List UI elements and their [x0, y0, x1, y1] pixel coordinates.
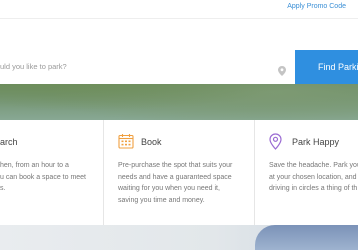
feature-search-line: u can book a space to meet: [0, 173, 86, 181]
feature-book-text: Pre-purchase the spot that suits your ne…: [118, 160, 243, 206]
calendar-icon: [118, 133, 134, 154]
feature-book-line: waiting for you when you need it,: [118, 185, 220, 192]
search-bar: [0, 50, 295, 84]
column-divider: [254, 120, 255, 225]
map-pin-icon: [278, 63, 286, 76]
column-divider: [103, 120, 104, 225]
location-pin-icon: [269, 133, 282, 155]
car-image: [255, 225, 358, 250]
features-section: arch hen, from an hour to a u can book a…: [0, 120, 358, 225]
search-input[interactable]: [0, 50, 260, 84]
feature-book-line: saving you time and money.: [118, 196, 205, 204]
top-bar: Apply Promo Code: [0, 0, 358, 18]
feature-park-happy-text: Save the headache. Park you at your chos…: [269, 160, 358, 195]
navigation-bar: [0, 18, 358, 51]
feature-book-line: Pre-purchase the spot that suits your: [118, 162, 233, 169]
feature-park-happy-line: driving in circles a thing of th: [269, 185, 358, 192]
apply-promo-code-link[interactable]: Apply Promo Code: [287, 3, 346, 10]
find-parking-button[interactable]: Find Parkin: [295, 50, 358, 84]
feature-search-text: hen, from an hour to a u can book a spac…: [0, 160, 125, 195]
feature-search-title: arch: [0, 137, 18, 147]
feature-park-happy-title: Park Happy: [292, 137, 340, 147]
feature-park-happy-line: at your chosen location, and: [269, 173, 357, 181]
feature-book-line: needs and have a guaranteed space: [118, 173, 232, 181]
feature-park-happy-line: Save the headache. Park you: [269, 162, 358, 169]
feature-book-title: Book: [141, 137, 162, 147]
feature-search-line: s.: [0, 185, 6, 192]
feature-search-line: hen, from an hour to a: [0, 162, 69, 169]
